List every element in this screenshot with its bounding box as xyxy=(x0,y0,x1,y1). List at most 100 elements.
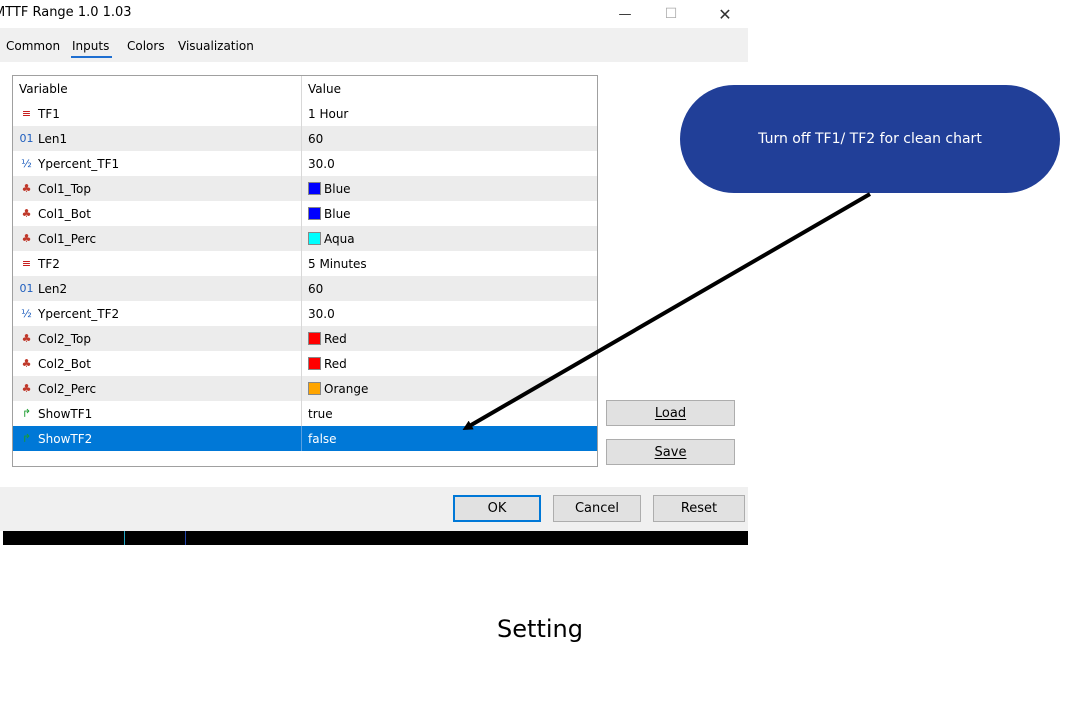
value-cell[interactable]: 1 Hour xyxy=(303,101,597,126)
value-cell[interactable]: false xyxy=(303,426,597,451)
chart-strip xyxy=(3,531,748,545)
save-button-label: Save xyxy=(654,444,687,460)
table-row[interactable]: ↱ ShowTF2 false xyxy=(13,426,597,451)
variable-name: Len2 xyxy=(38,281,68,296)
variable-name: TF1 xyxy=(38,106,60,121)
table-row[interactable]: 01 Len2 60 xyxy=(13,276,597,301)
tab-common[interactable]: Common xyxy=(6,39,60,53)
table-row[interactable]: ½ Ypercent_TF2 30.0 xyxy=(13,301,597,326)
table-row[interactable]: ♣ Col1_Bot Blue xyxy=(13,201,597,226)
color-swatch[interactable] xyxy=(308,332,321,345)
variable-name: Len1 xyxy=(38,131,68,146)
variable-cell[interactable]: 01 Len2 xyxy=(13,276,302,301)
variable-cell[interactable]: 01 Len1 xyxy=(13,126,302,151)
table-row[interactable]: ½ Ypercent_TF1 30.0 xyxy=(13,151,597,176)
variable-cell[interactable]: ½ Ypercent_TF1 xyxy=(13,151,302,176)
variable-name: Col1_Bot xyxy=(38,206,91,221)
variable-name: Col2_Bot xyxy=(38,356,91,371)
table-row[interactable]: 01 Len1 60 xyxy=(13,126,597,151)
value-cell[interactable]: Aqua xyxy=(303,226,597,251)
variable-cell[interactable]: ♣ Col2_Perc xyxy=(13,376,302,401)
variable-column-header[interactable]: Variable xyxy=(13,76,302,101)
color-swatch[interactable] xyxy=(308,382,321,395)
value-cell[interactable]: Blue xyxy=(303,201,597,226)
chart-line xyxy=(124,531,125,545)
tab-inputs[interactable]: Inputs xyxy=(72,39,109,53)
boolean-arrow-icon: ↱ xyxy=(21,407,32,420)
ok-button-label: OK xyxy=(487,501,507,516)
variable-name: TF2 xyxy=(38,256,60,271)
variable-cell[interactable]: ♣ Col1_Perc xyxy=(13,226,302,251)
save-button[interactable]: Save xyxy=(606,439,735,465)
table-row[interactable]: ↱ ShowTF1 true xyxy=(13,401,597,426)
color-swatch[interactable] xyxy=(308,207,321,220)
value-text: Red xyxy=(324,331,347,346)
table-row[interactable]: ♣ Col1_Top Blue xyxy=(13,176,597,201)
callout-text: Turn off TF1/ TF2 for clean chart xyxy=(758,131,982,147)
value-cell[interactable]: 30.0 xyxy=(303,301,597,326)
maximize-button[interactable]: ☐ xyxy=(648,0,694,28)
value-cell[interactable]: 60 xyxy=(303,126,597,151)
value-cell[interactable]: Red xyxy=(303,351,597,376)
variable-cell[interactable]: ↱ ShowTF1 xyxy=(13,401,302,426)
tab-visualization[interactable]: Visualization xyxy=(178,39,254,53)
color-palette-icon: ♣ xyxy=(21,357,32,370)
variable-cell[interactable]: ≡ TF2 xyxy=(13,251,302,276)
variable-cell[interactable]: ♣ Col1_Top xyxy=(13,176,302,201)
variable-cell[interactable]: ½ Ypercent_TF2 xyxy=(13,301,302,326)
minimize-button[interactable]: — xyxy=(602,0,648,28)
color-swatch[interactable] xyxy=(308,232,321,245)
maximize-icon: ☐ xyxy=(664,6,678,22)
value-cell[interactable]: 5 Minutes xyxy=(303,251,597,276)
boolean-arrow-icon: ↱ xyxy=(21,432,32,445)
value-text: 30.0 xyxy=(308,156,335,171)
close-button[interactable]: ✕ xyxy=(702,0,748,28)
variable-cell[interactable]: ♣ Col1_Bot xyxy=(13,201,302,226)
variable-cell[interactable]: ≡ TF1 xyxy=(13,101,302,126)
variable-name: Ypercent_TF1 xyxy=(38,156,120,171)
value-cell[interactable]: Red xyxy=(303,326,597,351)
table-row[interactable]: ♣ Col1_Perc Aqua xyxy=(13,226,597,251)
tab-colors[interactable]: Colors xyxy=(127,39,165,53)
color-palette-icon: ♣ xyxy=(21,182,32,195)
color-swatch[interactable] xyxy=(308,357,321,370)
variable-name: Ypercent_TF2 xyxy=(38,306,120,321)
reset-button[interactable]: Reset xyxy=(653,495,745,522)
value-column-header[interactable]: Value xyxy=(303,76,597,101)
variable-cell[interactable]: ♣ Col2_Top xyxy=(13,326,302,351)
table-row[interactable]: ♣ Col2_Perc Orange xyxy=(13,376,597,401)
integer-icon: 01 xyxy=(19,282,34,295)
variable-name: Col1_Perc xyxy=(38,231,97,246)
grid-header: Variable Value xyxy=(13,76,597,102)
color-palette-icon: ♣ xyxy=(21,332,32,345)
variable-cell[interactable]: ♣ Col2_Bot xyxy=(13,351,302,376)
load-button[interactable]: Load xyxy=(606,400,735,426)
cancel-button[interactable]: Cancel xyxy=(553,495,641,522)
table-row[interactable]: ≡ TF2 5 Minutes xyxy=(13,251,597,276)
variable-name: Col1_Top xyxy=(38,181,91,196)
value-cell[interactable]: Blue xyxy=(303,176,597,201)
minimize-icon: — xyxy=(618,6,632,22)
list-icon: ≡ xyxy=(21,107,32,120)
cancel-button-label: Cancel xyxy=(574,501,620,516)
value-text: 30.0 xyxy=(308,306,335,321)
annotation-callout: Turn off TF1/ TF2 for clean chart xyxy=(680,85,1060,193)
title-bar: MTTF Range 1.0 1.03 — ☐ ✕ xyxy=(0,0,748,28)
value-text: Red xyxy=(324,356,347,371)
variable-cell[interactable]: ↱ ShowTF2 xyxy=(13,426,302,451)
value-cell[interactable]: true xyxy=(303,401,597,426)
integer-icon: 01 xyxy=(19,132,34,145)
ok-button[interactable]: OK xyxy=(453,495,541,522)
table-row[interactable]: ♣ Col2_Top Red xyxy=(13,326,597,351)
value-cell[interactable]: 60 xyxy=(303,276,597,301)
value-text: Blue xyxy=(324,181,351,196)
table-row[interactable]: ≡ TF1 1 Hour xyxy=(13,101,597,126)
color-palette-icon: ♣ xyxy=(21,232,32,245)
chart-line xyxy=(185,531,186,545)
value-cell[interactable]: 30.0 xyxy=(303,151,597,176)
window-title: MTTF Range 1.0 1.03 xyxy=(0,5,132,20)
color-swatch[interactable] xyxy=(308,182,321,195)
value-cell[interactable]: Orange xyxy=(303,376,597,401)
table-row[interactable]: ♣ Col2_Bot Red xyxy=(13,351,597,376)
dialog-footer: OK Cancel Reset xyxy=(0,487,748,531)
